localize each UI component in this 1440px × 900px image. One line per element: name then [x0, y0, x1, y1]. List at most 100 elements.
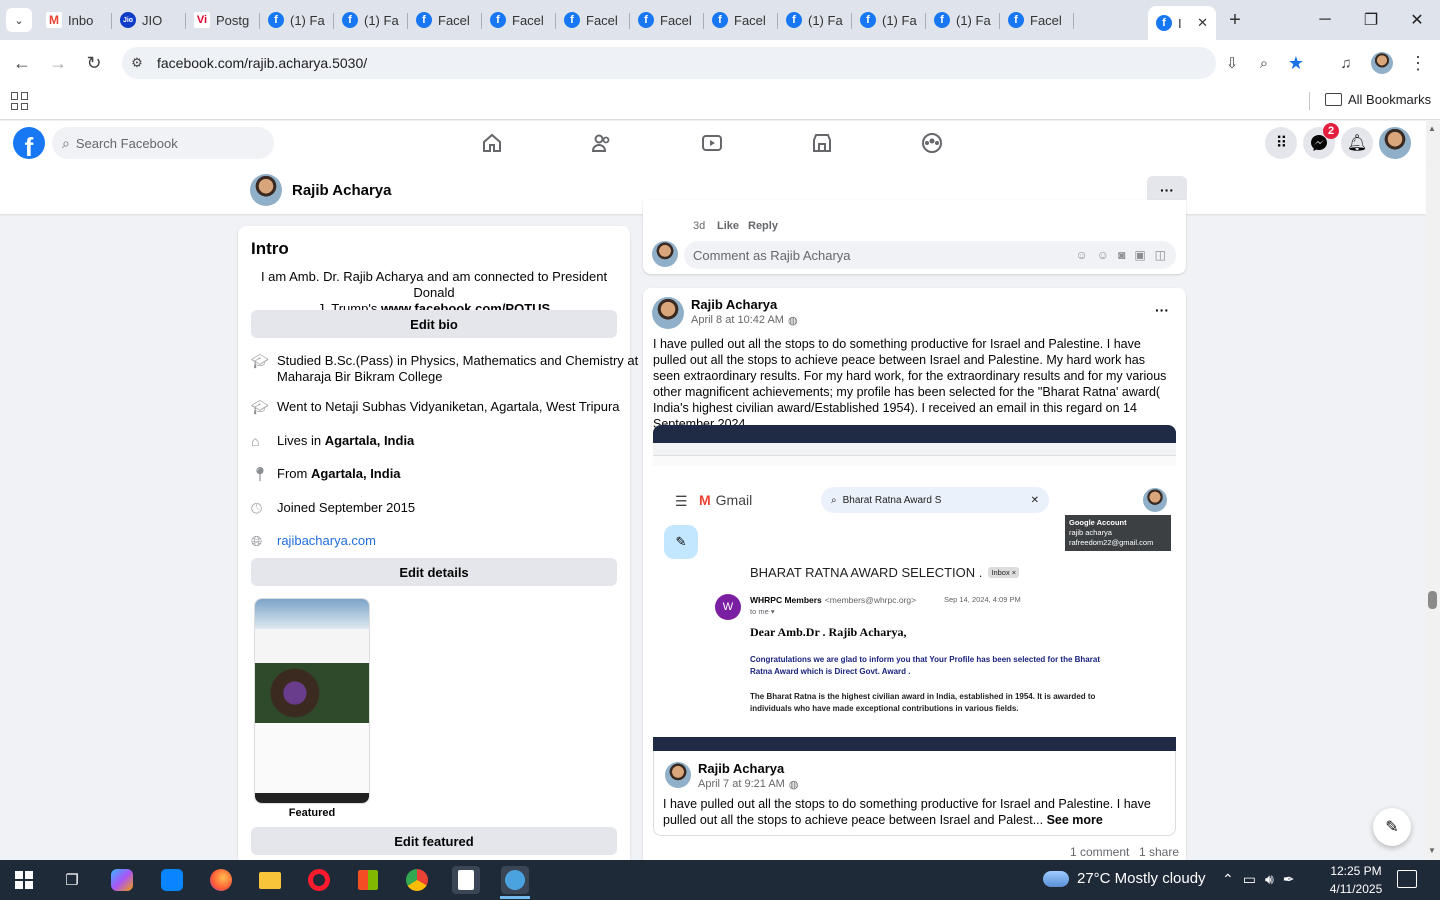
- tab-search-button[interactable]: ⌄: [6, 8, 32, 32]
- show-hidden-icons-chevron[interactable]: ⌃: [1222, 871, 1234, 888]
- chrome-icon[interactable]: [403, 866, 431, 894]
- account-avatar[interactable]: [1379, 127, 1411, 159]
- back-button[interactable]: ←: [11, 52, 33, 74]
- image-url-bar: [653, 443, 1176, 456]
- notification-center-icon[interactable]: [1397, 870, 1417, 888]
- network-icon[interactable]: ▭: [1243, 871, 1256, 888]
- notepad-icon[interactable]: [452, 866, 480, 894]
- profile-name[interactable]: Rajib Acharya: [292, 182, 392, 199]
- post-author[interactable]: Rajib Acharya: [691, 297, 777, 312]
- comment-like-button[interactable]: Like: [717, 220, 739, 232]
- snipping-tool-icon[interactable]: [501, 866, 529, 894]
- all-bookmarks-button[interactable]: All Bookmarks: [1325, 92, 1431, 107]
- featured-thumbnail[interactable]: [254, 598, 370, 804]
- weather-widget[interactable]: 27°C Mostly cloudy: [1043, 870, 1206, 887]
- browser-tab[interactable]: f (1) Fa: [852, 6, 926, 34]
- file-explorer-icon[interactable]: [256, 866, 284, 894]
- scroll-thumb[interactable]: [1428, 591, 1437, 609]
- notifications-button[interactable]: 🔔︎: [1341, 127, 1373, 159]
- website-link[interactable]: rajibacharya.com: [277, 533, 376, 549]
- post-image[interactable]: ☰ M Gmail ⌕ Bharat Ratna Award S ✕ Googl…: [653, 425, 1176, 751]
- went-to-text: Went to Netaji Subhas Vidyaniketan, Agar…: [277, 399, 620, 414]
- zoom-icon[interactable]: ⌕: [1253, 52, 1275, 74]
- browser-tab[interactable]: f Facel: [482, 6, 556, 34]
- firefox-icon[interactable]: [207, 866, 235, 894]
- edit-featured-button[interactable]: Edit featured: [251, 827, 617, 855]
- new-tab-button[interactable]: +: [1222, 8, 1248, 32]
- browser-profile-avatar[interactable]: [1371, 52, 1393, 74]
- browser-tab[interactable]: f Facel: [1000, 6, 1074, 34]
- new-message-button[interactable]: ✎: [1373, 808, 1411, 846]
- share-count[interactable]: 1 share: [1139, 845, 1179, 859]
- media-controls-icon[interactable]: ♫: [1335, 52, 1357, 74]
- browser-tab[interactable]: Vi Postg: [186, 6, 260, 34]
- copilot-icon[interactable]: [108, 866, 136, 894]
- url-text[interactable]: facebook.com/rajib.acharya.5030/: [157, 55, 367, 71]
- site-info-icon[interactable]: ⚙: [128, 54, 146, 72]
- page-scrollbar[interactable]: [1426, 121, 1440, 860]
- nav-marketplace-icon[interactable]: [810, 131, 834, 155]
- nav-video-icon[interactable]: [700, 131, 724, 155]
- forward-button[interactable]: →: [47, 52, 69, 74]
- clock[interactable]: 12:25 PM 4/11/2025: [1326, 862, 1386, 898]
- profile-avatar[interactable]: [250, 174, 282, 206]
- opera-icon[interactable]: [305, 866, 333, 894]
- from-place[interactable]: Agartala, India: [311, 466, 401, 481]
- shared-date-text: April 7 at 9:21 AM: [698, 778, 785, 790]
- browser-tab[interactable]: Jio JIO: [112, 6, 186, 34]
- comment-input[interactable]: Comment as Rajib Acharya ☺ ☺ ◙ ▣ ◫: [684, 241, 1176, 269]
- close-tab-icon[interactable]: ✕: [1197, 15, 1208, 31]
- nav-groups-icon[interactable]: [920, 131, 944, 155]
- sticker-icon[interactable]: ◫: [1155, 248, 1166, 262]
- facebook-search-input[interactable]: ⌕ Search Facebook: [52, 127, 274, 159]
- bio-line-1: I am Amb. Dr. Rajib Acharya and am conne…: [260, 269, 608, 300]
- task-view-icon[interactable]: ❐: [58, 866, 86, 894]
- nav-home-icon[interactable]: [480, 131, 504, 155]
- messaging-app-icon[interactable]: [158, 866, 186, 894]
- browser-tab[interactable]: f Facel: [556, 6, 630, 34]
- comment-reply-button[interactable]: Reply: [748, 220, 778, 232]
- apps-grid-icon[interactable]: [11, 92, 29, 110]
- browser-tab[interactable]: f I ✕: [1148, 6, 1216, 40]
- gif-icon[interactable]: ▣: [1134, 248, 1145, 262]
- edit-details-button[interactable]: Edit details: [251, 558, 617, 586]
- browser-tab[interactable]: f (1) Fa: [334, 6, 408, 34]
- store-icon[interactable]: [354, 866, 382, 894]
- lives-prefix: Lives in: [277, 433, 325, 448]
- lives-place[interactable]: Agartala, India: [325, 433, 415, 448]
- close-window-button[interactable]: ✕: [1394, 0, 1440, 40]
- browser-tab[interactable]: f Facel: [630, 6, 704, 34]
- see-more-link[interactable]: See more: [1047, 813, 1103, 827]
- minimize-button[interactable]: ─: [1302, 0, 1348, 40]
- comment-count[interactable]: 1 comment: [1070, 845, 1129, 859]
- camera-icon[interactable]: ◙: [1118, 248, 1125, 262]
- menu-grid-button[interactable]: ⠿: [1265, 127, 1297, 159]
- comment-avatar[interactable]: [652, 241, 678, 267]
- avatar-sticker-icon[interactable]: ☺: [1076, 248, 1088, 262]
- install-app-icon[interactable]: ⇩: [1221, 52, 1243, 74]
- post-options-button[interactable]: ···: [1150, 302, 1174, 322]
- scroll-down-arrow[interactable]: ▼: [1428, 846, 1436, 855]
- start-button[interactable]: [10, 866, 38, 894]
- shared-author-avatar[interactable]: [665, 762, 691, 788]
- facebook-logo[interactable]: f: [13, 127, 45, 159]
- maximize-button[interactable]: ❐: [1348, 0, 1394, 40]
- browser-tab[interactable]: f (1) Fa: [926, 6, 1000, 34]
- post-date[interactable]: April 8 at 10:42 AM ◍: [691, 314, 798, 327]
- pen-icon[interactable]: ✒: [1283, 871, 1295, 888]
- reload-button[interactable]: ↻: [83, 52, 105, 74]
- post-author-avatar[interactable]: [652, 297, 684, 329]
- shared-author[interactable]: Rajib Acharya: [698, 761, 784, 776]
- nav-friends-icon[interactable]: [590, 131, 614, 155]
- emoji-icon[interactable]: ☺: [1097, 248, 1109, 262]
- browser-tab[interactable]: f (1) Fa: [260, 6, 334, 34]
- browser-menu-icon[interactable]: ⋮: [1407, 52, 1429, 74]
- volume-icon[interactable]: 🔊︎: [1265, 871, 1274, 888]
- browser-tab[interactable]: f (1) Fa: [778, 6, 852, 34]
- edit-bio-button[interactable]: Edit bio: [251, 310, 617, 338]
- bookmark-star-icon[interactable]: ★: [1285, 52, 1307, 74]
- scroll-up-arrow[interactable]: ▲: [1428, 124, 1436, 133]
- browser-tab[interactable]: M Inbo: [38, 6, 112, 34]
- browser-tab[interactable]: f Facel: [408, 6, 482, 34]
- browser-tab[interactable]: f Facel: [704, 6, 778, 34]
